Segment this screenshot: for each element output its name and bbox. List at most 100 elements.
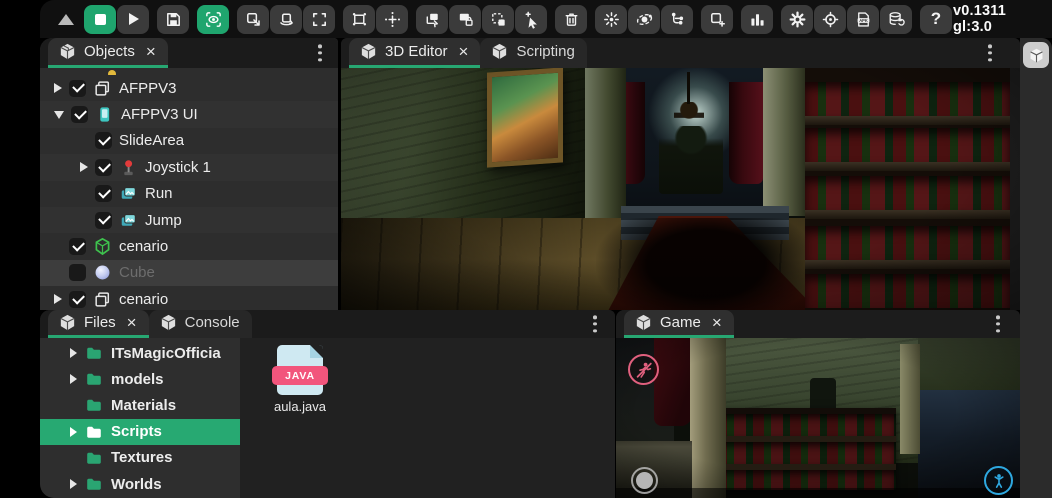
tree-item-afppv3-ui[interactable]: AFPPV3 UI — [40, 101, 338, 127]
tree-item-slidearea[interactable]: SlideArea — [40, 128, 338, 154]
editor-panel: 3D Editor × Scripting — [341, 38, 1020, 310]
pivot-center-button[interactable] — [376, 5, 408, 34]
environment-button[interactable] — [628, 5, 660, 34]
tab-3d-editor[interactable]: 3D Editor × — [349, 38, 480, 68]
folder-textures[interactable]: Textures — [40, 445, 240, 471]
virtual-joystick[interactable] — [631, 467, 658, 494]
expand-arrow-icon[interactable] — [54, 294, 62, 304]
expand-arrow-icon[interactable] — [70, 427, 77, 437]
expand-arrow-icon[interactable] — [70, 479, 77, 489]
touch-add-button[interactable] — [515, 5, 547, 34]
scene-viewport-3d[interactable] — [341, 68, 1020, 310]
visibility-checkbox[interactable] — [69, 264, 86, 281]
play-button[interactable] — [117, 5, 149, 34]
visibility-checkbox[interactable] — [69, 291, 86, 308]
folder-tree: ITsMagicOfficia models Materials Scripts — [40, 338, 240, 498]
rect-select-button[interactable] — [343, 5, 375, 34]
node-graph-icon — [668, 10, 687, 29]
save-button[interactable] — [157, 5, 189, 34]
tab-objects[interactable]: Objects × — [48, 38, 168, 68]
duplicate-icon — [423, 10, 442, 29]
add-object-button[interactable] — [701, 5, 733, 34]
expand-arrow-icon[interactable] — [54, 83, 62, 93]
game-menu-button[interactable] — [992, 311, 1004, 336]
expand-arrow-icon[interactable] — [70, 374, 77, 384]
accessibility-button[interactable] — [984, 466, 1013, 495]
tree-item-joystick[interactable]: Joystick 1 — [40, 154, 338, 180]
objects-menu-button[interactable] — [314, 40, 326, 65]
game-panel: Game × — [616, 310, 1020, 498]
export-apk-button[interactable]: APK — [847, 5, 879, 34]
stop-button[interactable] — [84, 5, 116, 34]
visibility-checkbox[interactable] — [71, 106, 88, 123]
duplicate-button[interactable] — [416, 5, 448, 34]
folder-label: ITsMagicOfficia — [111, 345, 221, 362]
java-file-icon: JAVA — [277, 345, 323, 395]
expand-arrow-icon[interactable] — [80, 162, 88, 172]
tab-console[interactable]: Console — [149, 310, 252, 338]
scale-tool-button[interactable] — [303, 5, 335, 34]
tree-item-jump[interactable]: Jump — [40, 207, 338, 233]
visibility-checkbox[interactable] — [95, 185, 112, 202]
visibility-checkbox[interactable] — [69, 238, 86, 255]
folder-itsmagicofficia[interactable]: ITsMagicOfficia — [40, 340, 240, 366]
tree-item-cenario-2[interactable]: cenario — [40, 286, 338, 310]
folder-scripts[interactable]: Scripts — [40, 419, 240, 445]
joystick-knob[interactable] — [636, 472, 653, 489]
light-flare-button[interactable] — [595, 5, 627, 34]
stop-icon — [95, 14, 106, 25]
close-tab-icon[interactable]: × — [146, 43, 156, 60]
visibility-checkbox[interactable] — [69, 80, 86, 97]
close-tab-icon[interactable]: × — [712, 314, 722, 331]
rail-cube-button[interactable] — [1023, 42, 1049, 68]
tree-item-cube[interactable]: Cube — [40, 260, 338, 286]
delete-button[interactable] — [555, 5, 587, 34]
tab-scripting[interactable]: Scripting — [480, 38, 586, 68]
images-icon — [119, 184, 138, 203]
settings-button[interactable] — [781, 5, 813, 34]
no-running-toggle-button[interactable] — [628, 354, 659, 385]
no-running-icon — [634, 360, 654, 380]
move-tool-button[interactable] — [237, 5, 269, 34]
editor-menu-button[interactable] — [984, 40, 996, 65]
file-aula-java[interactable]: JAVA aula.java — [270, 345, 330, 414]
cube-icon — [58, 313, 77, 332]
tab-files[interactable]: Files × — [48, 310, 149, 338]
collapse-arrow-icon[interactable] — [54, 111, 64, 119]
folder-models[interactable]: models — [40, 366, 240, 392]
play-icon — [129, 13, 139, 25]
visibility-checkbox[interactable] — [95, 159, 112, 176]
expand-arrow-icon[interactable] — [70, 348, 77, 358]
visibility-checkbox[interactable] — [95, 132, 112, 149]
close-tab-icon[interactable]: × — [127, 314, 137, 331]
folder-materials[interactable]: Materials — [40, 392, 240, 418]
files-panel-header: Files × Console — [40, 310, 615, 338]
collapse-toolbar-icon[interactable] — [58, 14, 74, 25]
build-target-button[interactable] — [814, 5, 846, 34]
assets-sync-button[interactable] — [880, 5, 912, 34]
right-rail — [1020, 38, 1052, 498]
folder-label: Worlds — [111, 476, 162, 493]
tab-game[interactable]: Game × — [624, 310, 734, 338]
tree-item-cenario[interactable]: cenario — [40, 233, 338, 259]
rotate-tool-icon — [277, 10, 296, 29]
visibility-checkbox[interactable] — [95, 212, 112, 229]
tree-item-label: Jump — [145, 212, 182, 229]
node-graph-button[interactable] — [661, 5, 693, 34]
cube-icon — [58, 42, 77, 61]
rotate-tool-button[interactable] — [270, 5, 302, 34]
files-menu-button[interactable] — [589, 311, 601, 336]
preview-button[interactable] — [197, 5, 229, 34]
folder-label: models — [111, 371, 164, 388]
paste-transform-button[interactable] — [482, 5, 514, 34]
light-flare-icon — [602, 10, 621, 29]
folder-worlds[interactable]: Worlds — [40, 471, 240, 497]
lock-object-button[interactable] — [449, 5, 481, 34]
game-viewport[interactable] — [616, 338, 1020, 498]
stats-button[interactable] — [741, 5, 773, 34]
tree-item-run[interactable]: Run — [40, 181, 338, 207]
tree-item-afppv3[interactable]: AFPPV3 — [40, 75, 338, 101]
close-tab-icon[interactable]: × — [459, 43, 469, 60]
lock-icon — [456, 10, 475, 29]
help-button[interactable]: ? — [920, 5, 952, 34]
